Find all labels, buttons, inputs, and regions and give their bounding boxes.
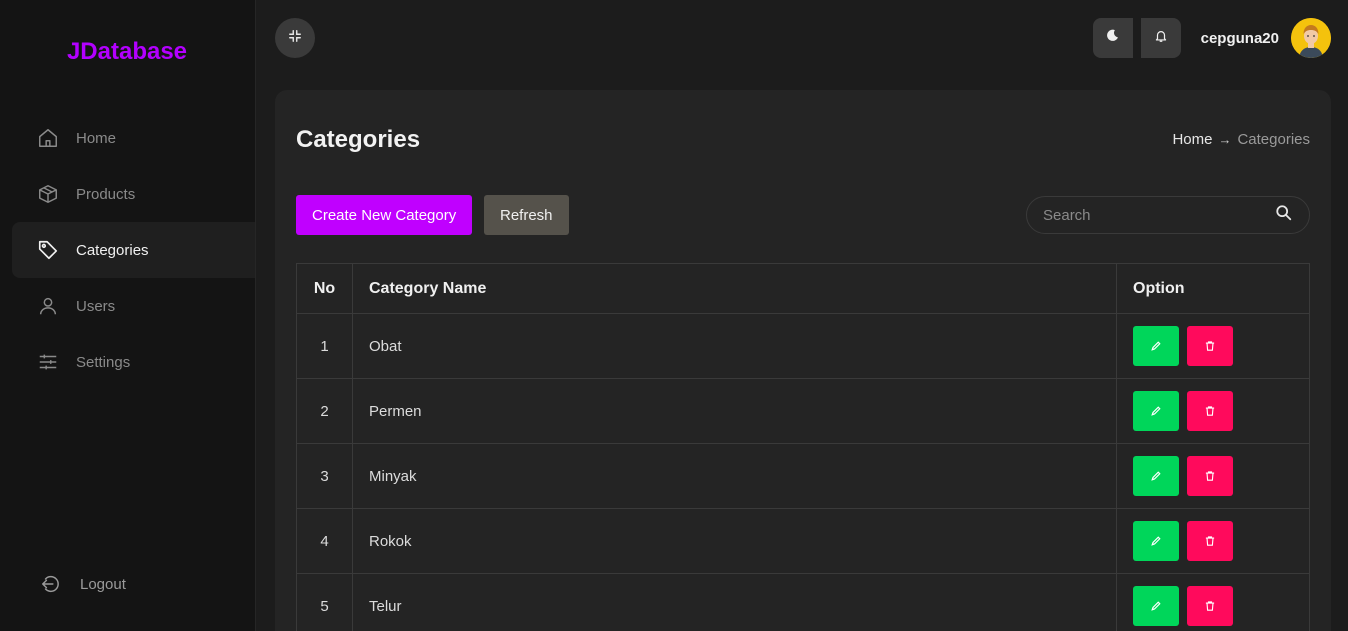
table-row: 1 Obat [296,313,1310,379]
category-name: Telur [352,573,1117,631]
sidebar-item-label: Settings [76,353,131,371]
sidebar-item-settings[interactable]: Settings [12,334,255,390]
trash-icon [1205,601,1215,611]
edit-button[interactable] [1133,456,1179,496]
table-row: 5 Telur [296,573,1310,631]
delete-button[interactable] [1187,456,1233,496]
table-row: 2 Permen [296,378,1310,444]
trash-icon [1205,471,1215,481]
search-input[interactable] [1043,206,1275,224]
tag-icon [36,238,60,262]
sidebar-item-label: Users [76,297,116,315]
refresh-button[interactable]: Refresh [484,195,569,235]
sidebar-collapse-button[interactable] [275,18,315,58]
sidebar-item-home[interactable]: Home [12,110,255,166]
row-actions [1116,508,1310,574]
pencil-icon [1151,536,1161,546]
row-number: 5 [296,573,353,631]
delete-button[interactable] [1187,391,1233,431]
sidebar-item-label: Categories [76,241,149,259]
notifications-button[interactable] [1140,18,1181,58]
logout-label: Logout [80,575,126,593]
search-box [1026,196,1310,234]
edit-button[interactable] [1133,391,1179,431]
user-icon [36,294,60,318]
row-actions [1116,573,1310,631]
row-number: 3 [296,443,353,509]
edit-button[interactable] [1133,521,1179,561]
pencil-icon [1151,601,1161,611]
row-actions [1116,378,1310,444]
home-icon [36,126,60,150]
create-category-button[interactable]: Create New Category [296,195,473,235]
edit-button[interactable] [1133,326,1179,366]
row-number: 4 [296,508,353,574]
column-header-option: Option [1116,263,1310,314]
logout-button[interactable]: Logout [40,572,126,596]
categories-table: No Category Name Option 1 Obat 2 Permen [296,263,1310,631]
trash-icon [1205,406,1215,416]
pencil-icon [1151,406,1161,416]
sidebar-item-label: Products [76,185,136,203]
sidebar-item-users[interactable]: Users [12,278,255,334]
search-icon[interactable] [1275,204,1293,227]
sidebar-item-label: Home [76,129,117,147]
sidebar-nav: Home Products Categories Users Settings [12,110,255,390]
header-actions: cepguna20 [1092,18,1331,58]
category-name: Obat [352,313,1117,379]
sidebar-item-categories[interactable]: Categories [12,222,255,278]
delete-button[interactable] [1187,326,1233,366]
main-card: Categories Home → Categories Create New … [275,90,1331,631]
delete-button[interactable] [1187,586,1233,626]
moon-icon [1105,28,1120,48]
brand-logo[interactable]: JDatabase [0,38,254,66]
pencil-icon [1151,341,1161,351]
column-header-name: Category Name [352,263,1117,314]
breadcrumb: Home → Categories [1172,131,1310,148]
box-icon [36,182,60,206]
delete-button[interactable] [1187,521,1233,561]
breadcrumb-home-link[interactable]: Home [1172,131,1212,148]
page-title: Categories [296,126,421,153]
table-header-row: No Category Name Option [296,263,1310,314]
breadcrumb-separator-icon: → [1218,132,1232,147]
avatar[interactable] [1291,18,1331,58]
row-number: 2 [296,378,353,444]
row-actions [1116,443,1310,509]
row-number: 1 [296,313,353,379]
category-name: Minyak [352,443,1117,509]
column-header-no: No [296,263,353,314]
collapse-icon [288,29,302,48]
breadcrumb-current: Categories [1237,131,1310,148]
category-name: Rokok [352,508,1117,574]
trash-icon [1205,341,1215,351]
sliders-icon [36,350,60,374]
edit-button[interactable] [1133,586,1179,626]
table-row: 4 Rokok [296,508,1310,574]
table-row: 3 Minyak [296,443,1310,509]
row-actions [1116,313,1310,379]
bell-icon [1154,29,1168,48]
category-name: Permen [352,378,1117,444]
sidebar: JDatabase Home Products Categories Users [0,0,256,631]
trash-icon [1205,536,1215,546]
username[interactable]: cepguna20 [1201,30,1279,47]
pencil-icon [1151,471,1161,481]
logout-icon [40,572,64,596]
sidebar-item-products[interactable]: Products [12,166,255,222]
dark-mode-button[interactable] [1092,18,1133,58]
